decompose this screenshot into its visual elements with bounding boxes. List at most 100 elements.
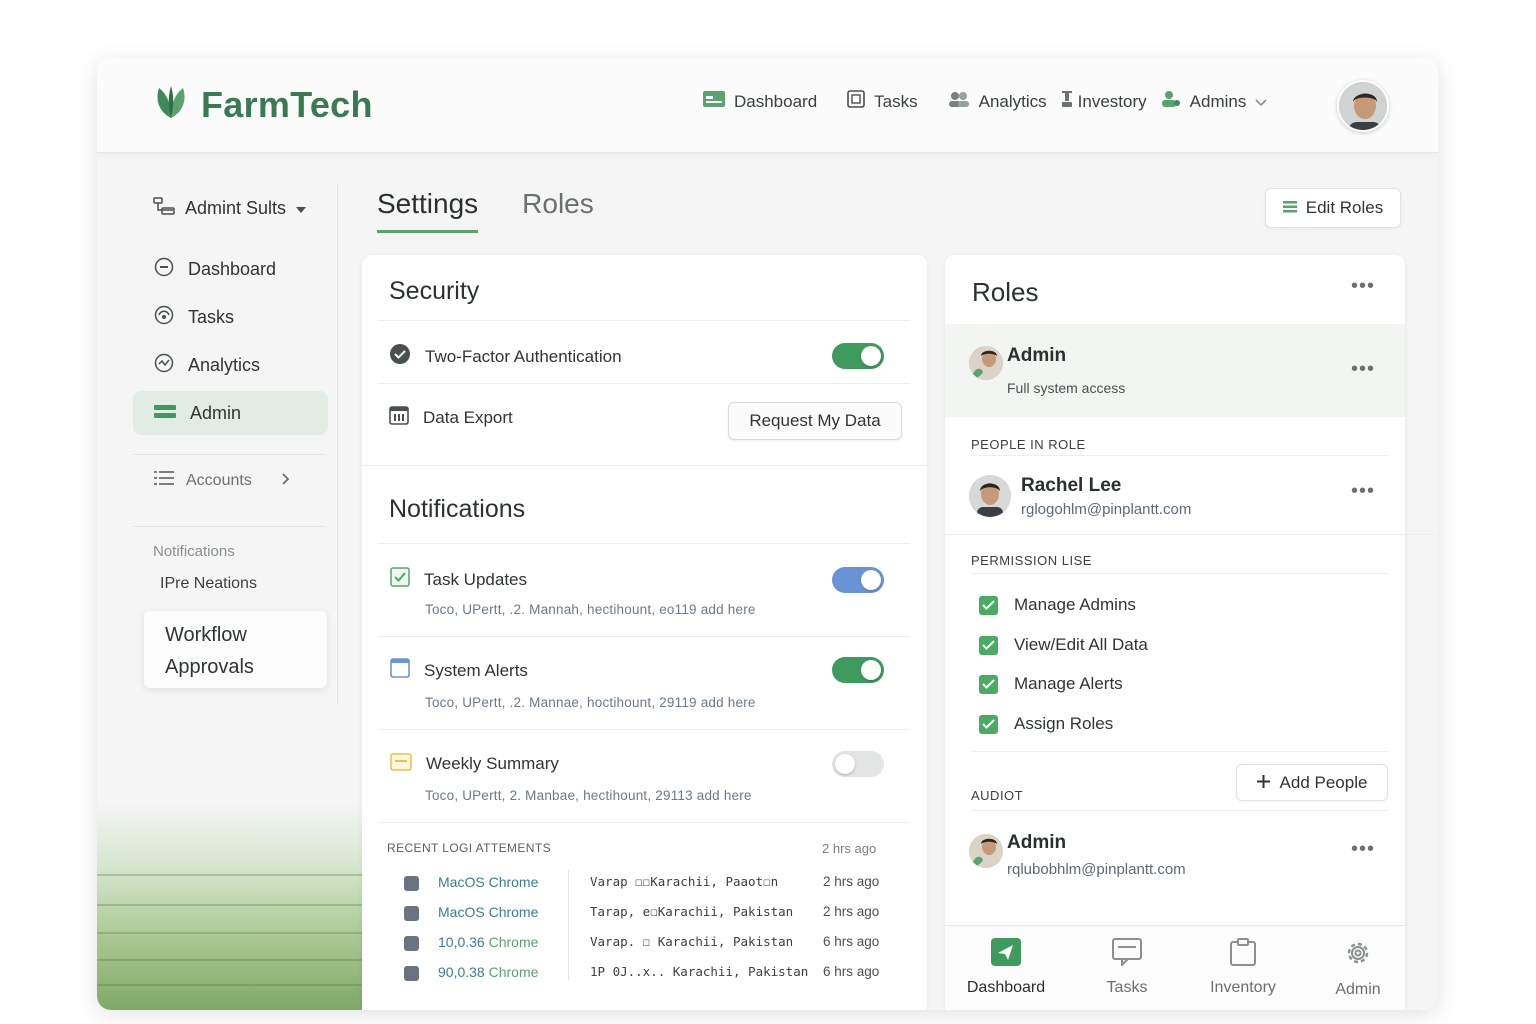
checkbox-icon [979, 674, 998, 694]
sidebar-item-accounts[interactable]: Accounts [154, 470, 290, 491]
login-row: MacOS Chrome Tarap, e☐Karachii, Pakistan… [404, 904, 904, 924]
sidebar-item-admin[interactable]: Admin [133, 391, 328, 435]
system-alerts-toggle[interactable] [832, 657, 884, 683]
topnav-tasks[interactable]: Tasks [847, 90, 918, 113]
divider [971, 573, 1387, 574]
list-icon [1282, 198, 1297, 218]
admin-role-card[interactable]: Admin Full system access ••• [945, 324, 1405, 417]
bottom-nav-tasks[interactable]: Tasks [1072, 938, 1182, 997]
checkbox-icon[interactable] [404, 906, 419, 921]
more-options-icon[interactable]: ••• [1351, 480, 1375, 503]
permission-item[interactable]: Assign Roles [979, 714, 1113, 734]
add-people-button[interactable]: Add People [1236, 764, 1388, 801]
divider [362, 465, 927, 466]
recent-logins-time: 2 hrs ago [822, 841, 877, 856]
permission-item[interactable]: Manage Alerts [979, 674, 1123, 694]
user-avatar[interactable] [1337, 80, 1389, 132]
two-factor-row: Two-Factor Authentication [389, 343, 622, 370]
two-factor-label: Two-Factor Authentication [425, 346, 622, 366]
person-name: Rachel Lee [1021, 475, 1122, 496]
topnav-analytics[interactable]: Analytics [948, 91, 1047, 112]
topnav-dashboard-label: Dashboard [734, 91, 818, 111]
sidebar-item-analytics[interactable]: Analytics [133, 343, 328, 387]
topnav-dashboard[interactable]: Dashboard [703, 91, 817, 112]
calendar-icon [389, 405, 409, 430]
app-window: FarmTech Dashboard Tasks Analytics Inves… [97, 58, 1438, 1010]
sidebar: Admint Sults Dashboard Tasks Analytics A… [97, 154, 362, 1010]
bottom-nav-label: Dashboard [966, 979, 1046, 996]
plus-icon [1256, 773, 1270, 793]
sidebar-accounts-label: Accounts [186, 471, 252, 489]
bottom-nav-inventory[interactable]: Inventory [1188, 938, 1298, 997]
checkbox-icon [979, 635, 998, 655]
window-icon [390, 658, 410, 683]
sidebar-header[interactable]: Admint Sults [153, 197, 307, 220]
more-options-icon[interactable]: ••• [1351, 838, 1375, 861]
two-factor-toggle[interactable] [832, 343, 884, 369]
login-device: 10,0.36 Chrome [438, 934, 538, 950]
login-device: 90,0.38 Chrome [438, 964, 538, 980]
sidebar-item-tasks[interactable]: Tasks [133, 295, 328, 339]
tasks-icon [154, 305, 174, 330]
sidebar-sub-item[interactable]: IPre Neations [160, 575, 257, 593]
more-options-icon[interactable]: ••• [1351, 275, 1375, 298]
sidebar-notifications-label: Notifications [153, 543, 235, 560]
sidebar-item-dashboard[interactable]: Dashboard [133, 247, 328, 291]
checkbox-icon [390, 567, 410, 592]
login-row: MacOS Chrome Varap ☐☐Karachii, Paaot☐n 2… [404, 874, 904, 894]
task-updates-toggle[interactable] [832, 567, 884, 593]
audit-person-name: Admin [1007, 832, 1067, 853]
checkbox-icon[interactable] [404, 876, 419, 891]
audit-caption: AUDIOT [971, 788, 1024, 803]
login-device-browser: Chrome [488, 904, 539, 920]
weekly-summary-label: Weekly Summary [426, 753, 559, 773]
dashboard-icon [703, 91, 725, 112]
analytics-icon [948, 91, 970, 112]
field-illustration [97, 804, 362, 1010]
list-icon [154, 470, 174, 491]
more-options-icon[interactable]: ••• [1351, 358, 1375, 381]
login-device-os: MacOS [438, 904, 485, 920]
chevron-right-icon [282, 472, 290, 490]
sidebar-item-label: Analytics [188, 354, 261, 375]
request-my-data-button[interactable]: Request My Data [728, 402, 902, 440]
login-time: 6 hrs ago [823, 934, 880, 949]
bottom-nav-admin[interactable]: Admin [1313, 938, 1403, 999]
card-line: Workflow [165, 624, 247, 646]
sidebar-divider [337, 184, 338, 704]
divider [378, 383, 910, 384]
people-in-role-caption: PEOPLE IN ROLE [971, 437, 1086, 452]
task-updates-row: Task Updates [390, 567, 527, 592]
card-line: Approvals [165, 656, 254, 678]
logo[interactable]: FarmTech [151, 82, 373, 127]
divider [378, 729, 910, 730]
admins-icon [1161, 90, 1181, 113]
permission-item[interactable]: View/Edit All Data [979, 635, 1148, 655]
sidebar-item-label: Dashboard [188, 258, 277, 279]
divider [971, 455, 1387, 456]
divider [971, 751, 1387, 752]
tasks-icon [847, 90, 865, 113]
workflow-approvals-card[interactable]: Workflow Approvals [144, 611, 327, 688]
task-updates-label: Task Updates [424, 569, 527, 589]
divider [378, 320, 910, 321]
permission-item[interactable]: Manage Admins [979, 595, 1136, 615]
weekly-summary-toggle[interactable] [832, 751, 884, 777]
divider [945, 534, 1438, 535]
checkbox-icon[interactable] [404, 936, 419, 951]
permission-label: Manage Alerts [1014, 674, 1123, 693]
checkbox-icon[interactable] [404, 966, 419, 981]
edit-roles-button[interactable]: Edit Roles [1265, 188, 1401, 228]
topnav-admins[interactable]: Admins [1161, 90, 1268, 113]
tab-roles[interactable]: Roles [522, 188, 594, 233]
weekly-summary-row: Weekly Summary [390, 751, 559, 776]
tab-settings[interactable]: Settings [377, 188, 479, 233]
bottom-nav-dashboard[interactable]: Dashboard [951, 938, 1061, 997]
person-email: rglogohlm@pinplantt.com [1021, 501, 1192, 518]
login-time: 2 hrs ago [823, 874, 880, 889]
top-nav: Dashboard Tasks Analytics Investory Admi… [703, 90, 1297, 113]
system-alerts-description: Toco, UPertt, .2. Mannae, hoctihount, 29… [425, 695, 756, 710]
admin-role-name: Admin [1007, 345, 1067, 366]
admin-icon [154, 403, 176, 424]
topnav-inventory[interactable]: Investory [1061, 91, 1147, 112]
